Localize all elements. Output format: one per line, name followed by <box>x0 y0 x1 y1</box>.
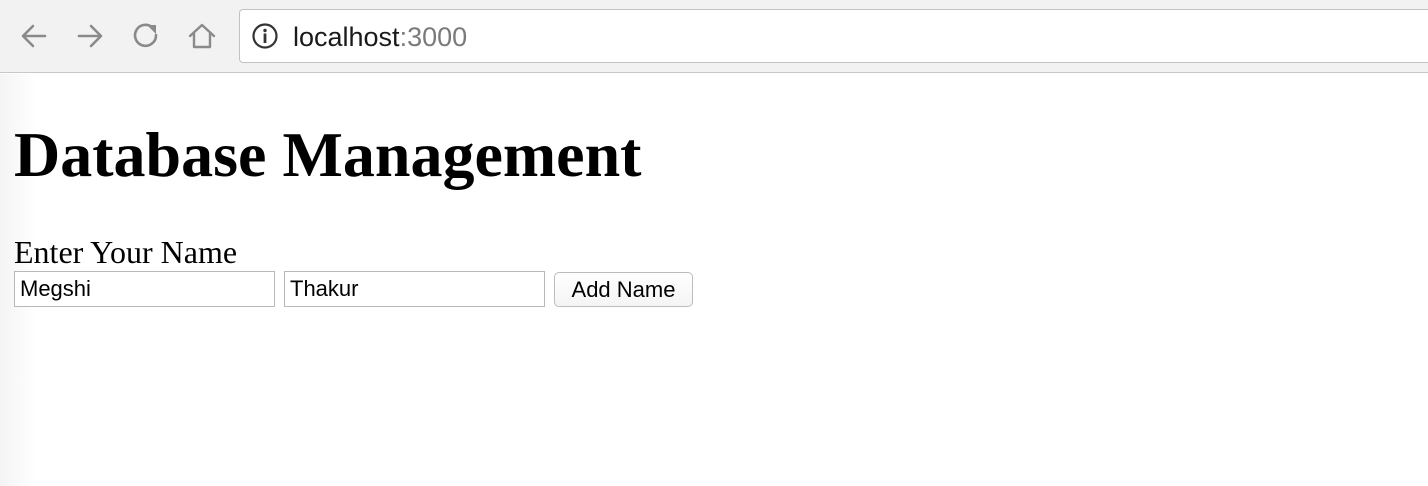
name-form-label: Enter Your Name <box>14 234 238 270</box>
browser-toolbar: localhost:3000 <box>0 0 1428 73</box>
reload-button[interactable] <box>126 16 166 56</box>
address-bar[interactable]: localhost:3000 <box>239 9 1428 63</box>
forward-button[interactable] <box>70 16 110 56</box>
page-title: Database Management <box>14 119 642 190</box>
home-icon <box>188 23 216 49</box>
forward-arrow-icon <box>77 24 103 48</box>
url-text[interactable]: localhost:3000 <box>293 21 467 53</box>
url-host: localhost <box>293 22 400 52</box>
back-arrow-icon <box>21 24 47 48</box>
home-button[interactable] <box>182 16 222 56</box>
info-icon[interactable] <box>252 23 278 49</box>
first-name-input[interactable] <box>14 271 275 307</box>
add-name-button[interactable]: Add Name <box>554 272 693 307</box>
url-port: :3000 <box>399 22 468 52</box>
back-button[interactable] <box>14 16 54 56</box>
reload-icon <box>133 23 158 48</box>
last-name-input[interactable] <box>284 271 545 307</box>
